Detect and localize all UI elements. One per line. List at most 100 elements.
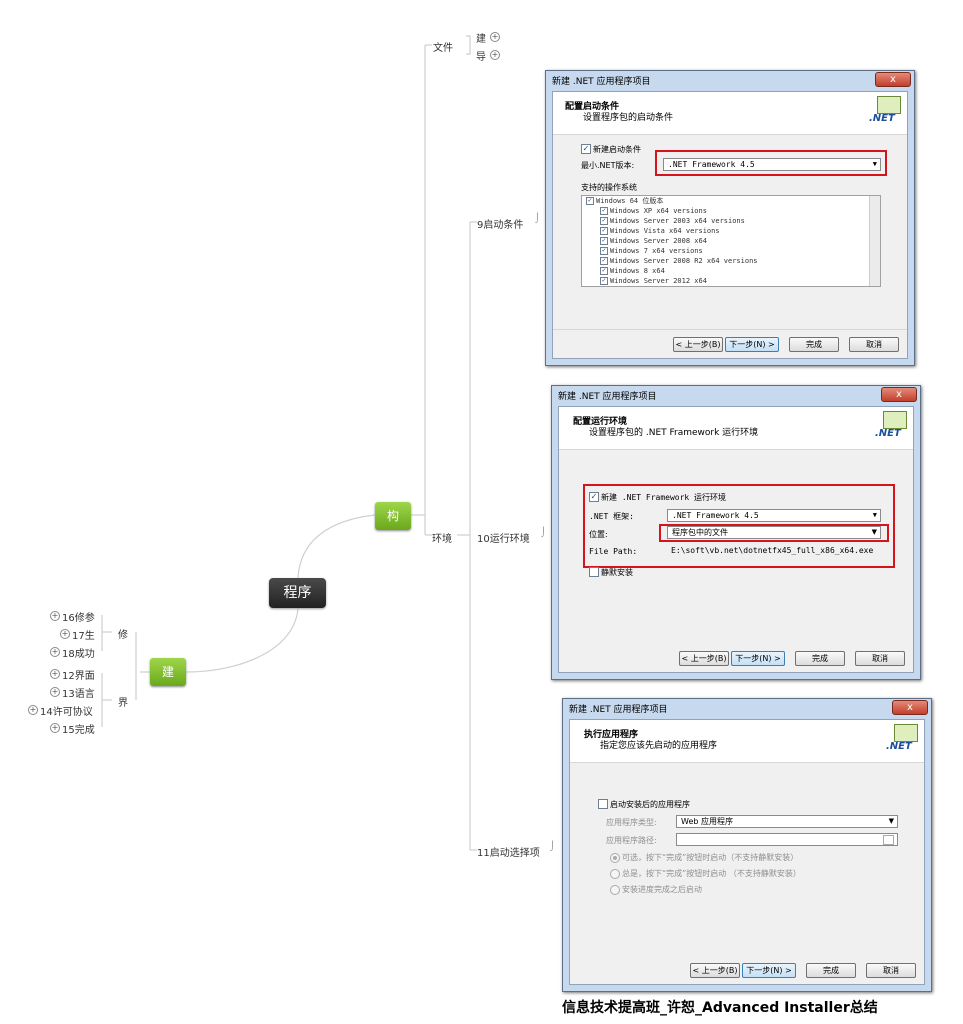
node-10-runtime[interactable]: 10运行环境 — [477, 530, 530, 545]
dotnet-logo-icon: .NET — [875, 411, 913, 441]
expand-icon[interactable]: + — [490, 32, 500, 42]
cancel-button[interactable]: 取消 — [849, 337, 899, 352]
new-runtime-checkbox[interactable]: ✓ — [589, 492, 599, 502]
new-runtime-label: 新建 .NET Framework 运行环境 — [601, 493, 727, 502]
os-checkbox[interactable]: ✓ — [600, 277, 608, 285]
node-14[interactable]: 14许可协议 — [40, 703, 93, 718]
os-checkbox[interactable]: ✓ — [600, 237, 608, 245]
close-button[interactable]: x — [875, 72, 911, 87]
header-subtitle: 指定您应该先启动的应用程序 — [600, 741, 718, 751]
connector-root-jian — [185, 607, 299, 673]
node-11-launch-options[interactable]: 11启动选择项 — [477, 844, 540, 859]
new-condition-checkbox[interactable]: ✓ — [581, 144, 591, 154]
radio-always-label: 总是，按下“完成”按钮时启动 （不支持静默安装） — [622, 869, 801, 878]
expand-icon[interactable]: + — [50, 687, 60, 697]
os-checkbox[interactable]: ✓ — [600, 207, 608, 215]
finish-button[interactable]: 完成 — [795, 651, 845, 666]
node-15[interactable]: 15完成 — [62, 721, 95, 736]
dialog-body: ✓ 新建启动条件 最小.NET版本: .NET Framework 4.5 ▼ 支… — [553, 135, 907, 330]
cancel-button[interactable]: 取消 — [855, 651, 905, 666]
node-huanjing[interactable]: 环境 — [432, 530, 452, 545]
finish-button[interactable]: 完成 — [789, 337, 839, 352]
expand-icon[interactable]: + — [50, 647, 60, 657]
node-18[interactable]: 18成功 — [62, 645, 95, 660]
node-12[interactable]: 12界面 — [62, 667, 95, 682]
root-node[interactable]: 程序 — [269, 578, 326, 608]
expand-icon[interactable]: + — [490, 50, 500, 60]
expand-icon[interactable]: + — [60, 629, 70, 639]
radio-optional[interactable] — [610, 853, 620, 863]
node-wenjian[interactable]: 文件 — [433, 39, 453, 54]
dialog-content: 执行应用程序 指定您应该先启动的应用程序 .NET 启动安装后的应用程序 应用程… — [569, 719, 925, 985]
node-jian[interactable]: 建 — [150, 658, 186, 686]
node-xiu[interactable]: 修 — [118, 626, 128, 641]
radio-after-install-label: 安装进度完成之后启动 — [622, 885, 702, 894]
next-button[interactable]: 下一步(N) > — [731, 651, 785, 666]
framework-dropdown[interactable]: .NET Framework 4.5 ▼ — [667, 509, 881, 522]
os-checkbox[interactable]: ✓ — [600, 267, 608, 275]
close-button[interactable]: x — [892, 700, 928, 715]
os-list[interactable]: ✓ Windows 64 位版本 ✓ Windows XP x64 versions… — [581, 195, 881, 287]
title-bar: 新建 .NET 应用程序项目 x — [546, 71, 914, 88]
expand-icon[interactable]: + — [50, 723, 60, 733]
node-9-startup-condition[interactable]: 9启动条件 — [477, 216, 523, 231]
highlight-box — [655, 150, 887, 176]
expand-icon[interactable]: + — [28, 705, 38, 715]
app-path-label: 应用程序路径: — [606, 836, 657, 845]
node-16[interactable]: 16修参 — [62, 609, 95, 624]
os-item: Windows Server 2008 R2 x64 versions — [610, 257, 758, 265]
os-item: Windows Server 2012 x64 — [610, 277, 707, 285]
connector-root-gou — [297, 514, 376, 579]
node-wenjian-jian[interactable]: 建 — [476, 30, 486, 45]
dialog-title: 新建 .NET 应用程序项目 — [558, 392, 657, 402]
filepath-value[interactable]: E:\soft\vb.net\dotnetfx45_full_x86_x64.e… — [671, 546, 873, 555]
location-dropdown[interactable]: 程序包中的文件 ▼ — [667, 526, 881, 539]
os-item: Windows 64 位版本 — [596, 197, 664, 205]
title-bar: 新建 .NET 应用程序项目 x — [563, 699, 931, 716]
back-button[interactable]: < 上一步(B) — [679, 651, 729, 666]
radio-after-install[interactable] — [610, 885, 620, 895]
os-checkbox[interactable]: ✓ — [600, 227, 608, 235]
os-checkbox[interactable]: ✓ — [600, 247, 608, 255]
app-path-input[interactable] — [676, 833, 898, 846]
dialog-launch-app: 新建 .NET 应用程序项目 x 执行应用程序 指定您应该先启动的应用程序 .N… — [562, 698, 932, 992]
dialog-title: 新建 .NET 应用程序项目 — [569, 705, 668, 715]
launch-app-checkbox[interactable] — [598, 799, 608, 809]
node-13[interactable]: 13语言 — [62, 685, 95, 700]
dialog-runtime: 新建 .NET 应用程序项目 x 配置运行环境 设置程序包的 .NET Fram… — [551, 385, 921, 680]
dialog-header: 配置启动条件 设置程序包的启动条件 .NET — [553, 92, 907, 135]
silent-install-checkbox[interactable] — [589, 567, 599, 577]
next-button[interactable]: 下一步(N) > — [725, 337, 779, 352]
finish-button[interactable]: 完成 — [806, 963, 856, 978]
app-type-label: 应用程序类型: — [606, 818, 657, 827]
os-checkbox[interactable]: ✓ — [600, 217, 608, 225]
back-button[interactable]: < 上一步(B) — [690, 963, 740, 978]
expand-icon[interactable]: + — [50, 669, 60, 679]
header-subtitle: 设置程序包的启动条件 — [583, 113, 674, 123]
os-checkbox[interactable]: ✓ — [586, 197, 594, 205]
launch-app-label: 启动安装后的应用程序 — [610, 800, 690, 809]
close-button[interactable]: x — [881, 387, 917, 402]
title-bar: 新建 .NET 应用程序项目 x — [552, 386, 920, 403]
node-gou[interactable]: 构 — [375, 502, 411, 530]
silent-install-label: 静默安装 — [601, 568, 633, 577]
os-item: Windows 7 x64 versions — [610, 247, 703, 255]
os-checkbox[interactable]: ✓ — [600, 257, 608, 265]
back-button[interactable]: < 上一步(B) — [673, 337, 723, 352]
min-version-label: 最小.NET版本: — [581, 161, 635, 170]
node-jie[interactable]: 界 — [118, 694, 128, 709]
node-17[interactable]: 17生 — [72, 627, 95, 642]
scrollbar[interactable] — [869, 196, 880, 286]
radio-always[interactable] — [610, 869, 620, 879]
dialog-body: 启动安装后的应用程序 应用程序类型: Web 应用程序 ▼ 应用程序路径: 可选，… — [570, 763, 924, 957]
next-button[interactable]: 下一步(N) > — [742, 963, 796, 978]
dialog-body: ✓ 新建 .NET Framework 运行环境 .NET 框架: .NET F… — [559, 450, 913, 645]
app-type-dropdown[interactable]: Web 应用程序 ▼ — [676, 815, 898, 828]
node-wenjian-dao[interactable]: 导 — [476, 48, 486, 63]
expand-icon[interactable]: + — [50, 611, 60, 621]
os-item: Windows Server 2003 x64 versions — [610, 217, 745, 225]
location-label: 位置: — [589, 530, 608, 539]
dialog-startup-condition: 新建 .NET 应用程序项目 x 配置启动条件 设置程序包的启动条件 .NET … — [545, 70, 915, 366]
cancel-button[interactable]: 取消 — [866, 963, 916, 978]
dialog-header: 配置运行环境 设置程序包的 .NET Framework 运行环境 .NET — [559, 407, 913, 450]
